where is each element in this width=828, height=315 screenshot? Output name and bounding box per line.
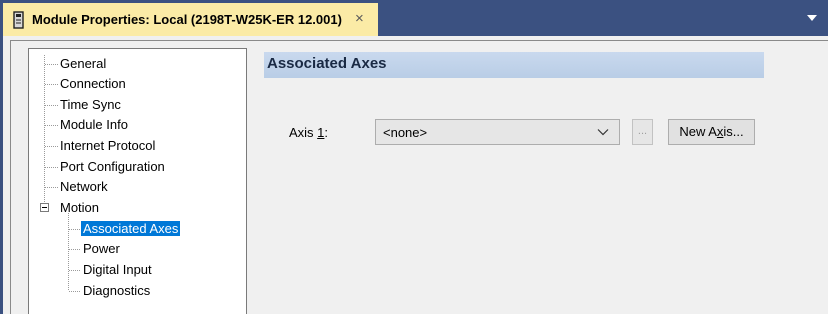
category-tree[interactable]: General Connection Time Sync Module Info… xyxy=(28,48,247,314)
new-axis-button[interactable]: New Axis... xyxy=(668,119,755,145)
tree-item-label: Module Info xyxy=(60,117,128,132)
tree-item-general[interactable]: General xyxy=(58,54,108,74)
tree-item-label: Port Configuration xyxy=(60,159,165,174)
close-icon[interactable]: × xyxy=(355,11,364,27)
tab-title: Module Properties: Local (2198T-W25K-ER … xyxy=(32,12,342,27)
tree-item-digital-input[interactable]: Digital Input xyxy=(81,260,154,280)
axis-label-suffix: : xyxy=(324,125,329,140)
tree-item-connection[interactable]: Connection xyxy=(58,74,128,94)
tree-item-port-configuration[interactable]: Port Configuration xyxy=(58,157,167,177)
tree-item-label: Internet Protocol xyxy=(60,138,156,153)
tree-item-label: Diagnostics xyxy=(83,283,151,298)
tree-item-network[interactable]: Network xyxy=(58,177,110,197)
tree-item-label: Power xyxy=(83,241,120,256)
section-header: Associated Axes xyxy=(264,52,764,78)
tree-item-label: Time Sync xyxy=(60,97,121,112)
tree-item-label: Network xyxy=(60,179,108,194)
browse-axis-button[interactable]: ... xyxy=(632,119,653,145)
tree-item-internet-protocol[interactable]: Internet Protocol xyxy=(58,136,157,156)
document-tab-bar: Module Properties: Local (2198T-W25K-ER … xyxy=(0,0,828,36)
axis-1-select[interactable]: <none> xyxy=(375,119,620,145)
module-properties-tab[interactable]: Module Properties: Local (2198T-W25K-ER … xyxy=(3,3,378,36)
axis-1-select-value: <none> xyxy=(383,125,428,140)
tree-item-motion[interactable]: Motion xyxy=(58,198,101,218)
new-axis-suffix: is... xyxy=(723,124,744,139)
new-axis-prefix: New A xyxy=(679,124,717,139)
collapse-motion-icon[interactable] xyxy=(40,203,49,212)
axis-label-prefix: Axis xyxy=(289,125,318,140)
tree-item-label: Motion xyxy=(60,200,100,215)
tree-item-module-info[interactable]: Module Info xyxy=(58,115,130,135)
module-icon xyxy=(13,11,24,29)
tree-item-label: Digital Input xyxy=(83,262,152,277)
tab-list-dropdown-icon[interactable] xyxy=(804,12,820,24)
chevron-down-icon xyxy=(597,129,609,136)
section-title: Associated Axes xyxy=(267,55,387,72)
tree-item-label: General xyxy=(60,56,107,71)
tree-item-power[interactable]: Power xyxy=(81,239,122,259)
tree-item-associated-axes[interactable]: Associated Axes xyxy=(81,219,181,239)
tree-item-label: Associated Axes xyxy=(81,221,181,236)
tree-item-label: Connection xyxy=(60,76,126,91)
tree-item-time-sync[interactable]: Time Sync xyxy=(58,95,123,115)
tree-item-diagnostics[interactable]: Diagnostics xyxy=(81,281,152,301)
axis-1-label: Axis 1: xyxy=(289,125,328,140)
